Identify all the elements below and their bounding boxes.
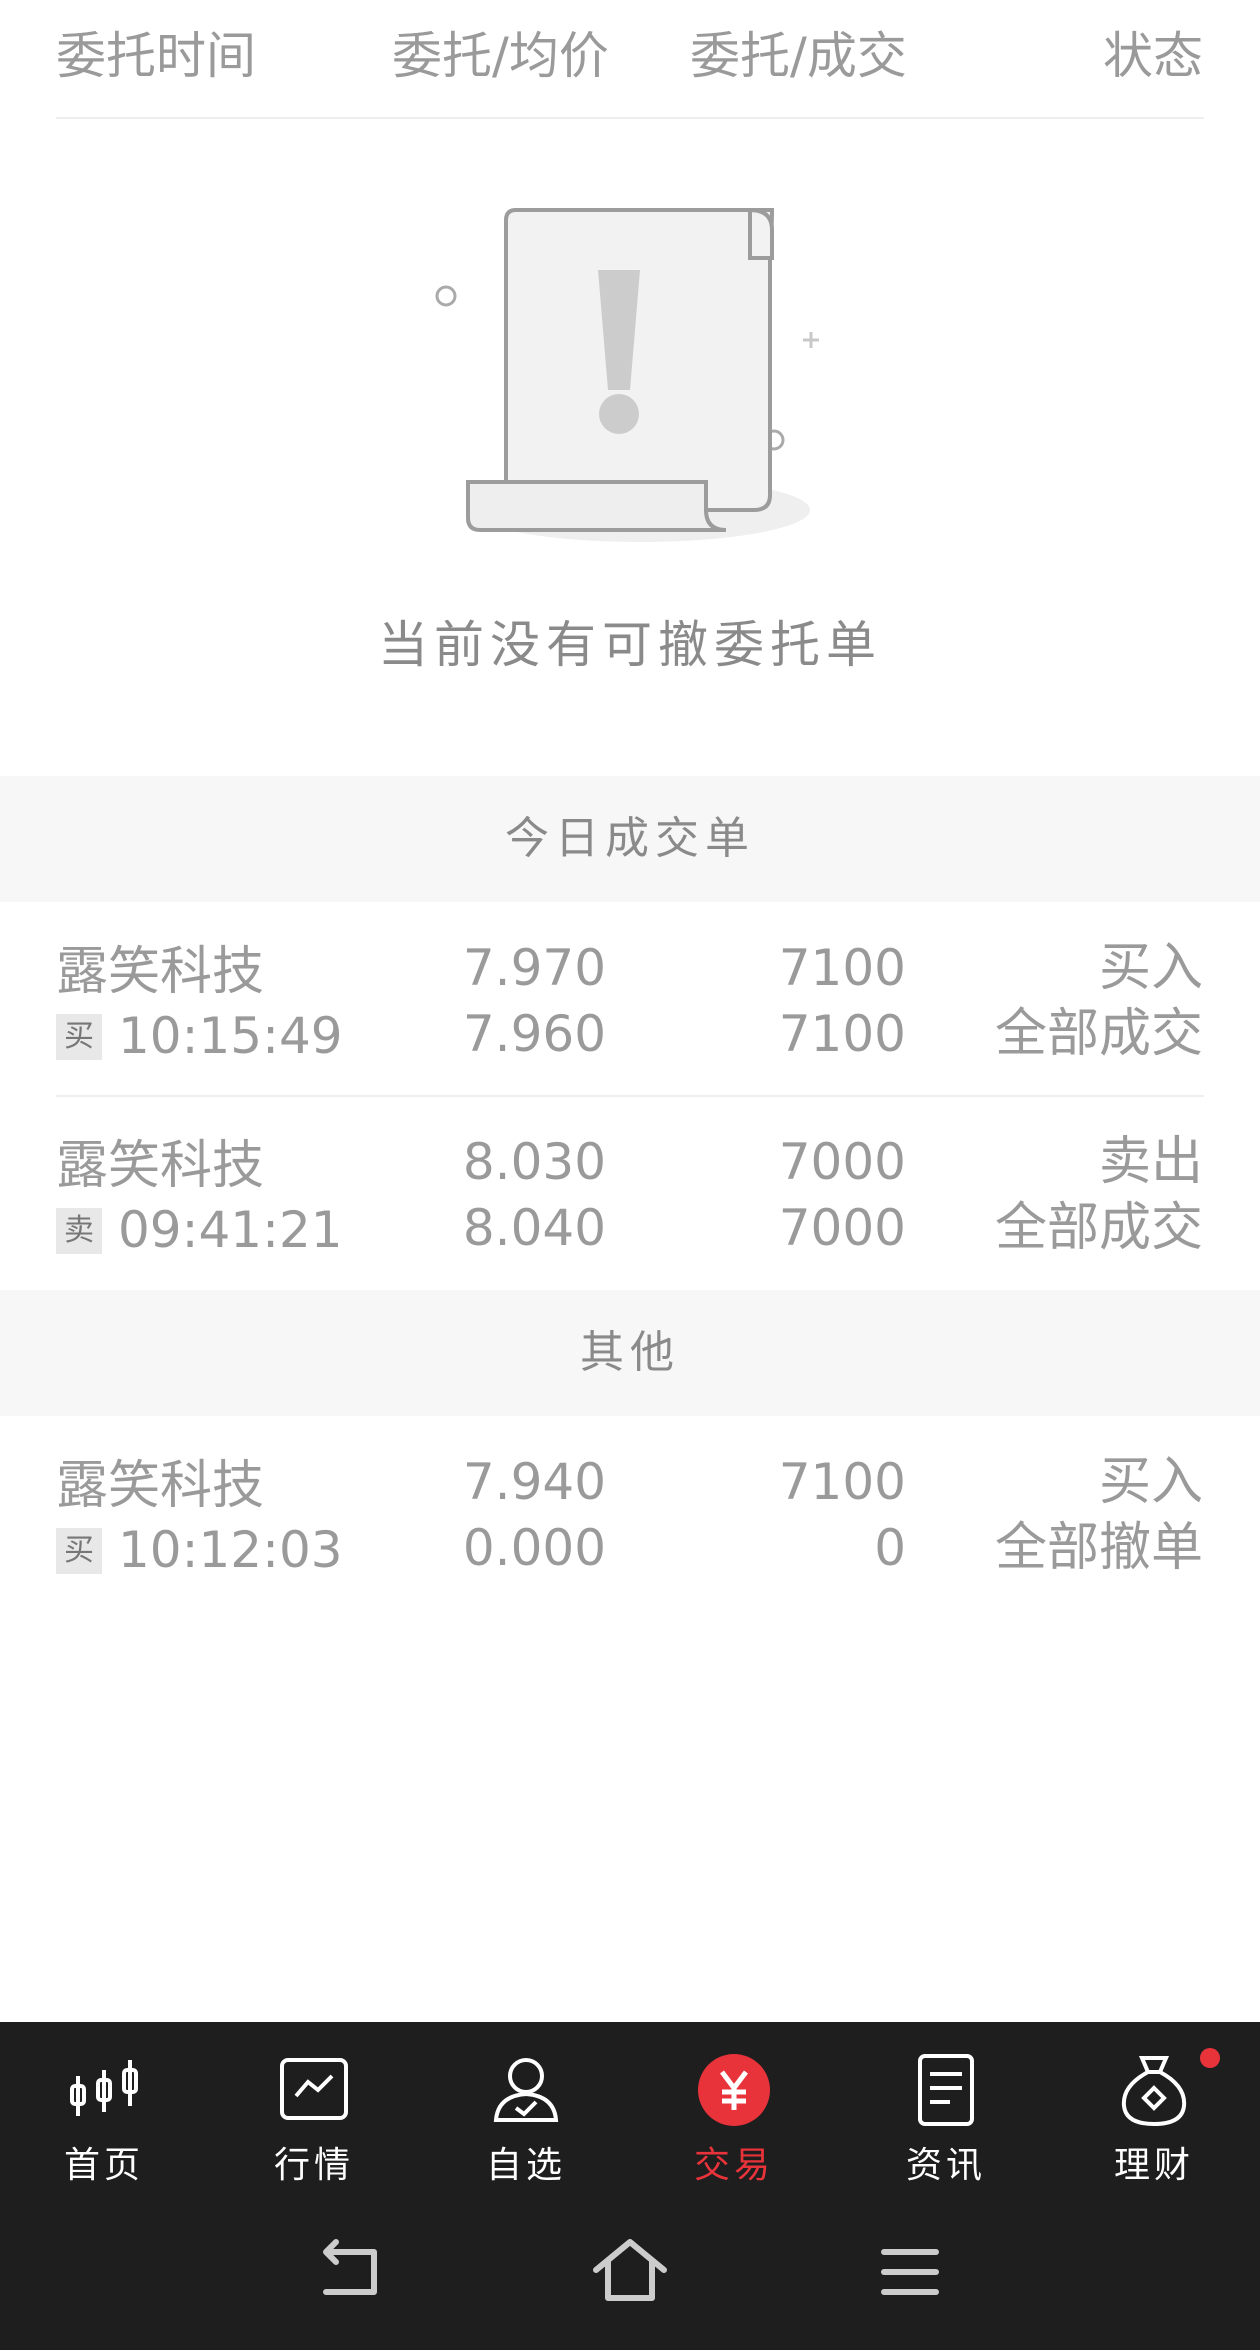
empty-state-message: 当前没有可撤委托单 xyxy=(378,616,882,674)
order-price: 8.030 xyxy=(462,1133,606,1191)
trade-direction: 卖出 xyxy=(1098,1132,1203,1192)
order-qty: 7100 xyxy=(778,1453,906,1511)
trade-direction: 买入 xyxy=(1098,1452,1203,1512)
order-time: 10:12:03 xyxy=(118,1521,343,1579)
side-badge: 买 xyxy=(56,1014,102,1060)
yuan-icon xyxy=(698,2054,770,2126)
header-order-time: 委托时间 xyxy=(56,27,256,85)
tab-label: 理财 xyxy=(1113,2145,1194,2186)
tab-home[interactable]: 首页 xyxy=(14,2050,194,2200)
document-icon xyxy=(918,2054,974,2126)
filled-qty: 0 xyxy=(874,1519,906,1577)
menu-icon[interactable] xyxy=(860,2222,960,2322)
stock-name: 露笑科技 xyxy=(56,1456,265,1516)
tab-label: 交易 xyxy=(693,2145,774,2186)
tab-label: 资讯 xyxy=(905,2145,986,2186)
back-icon[interactable] xyxy=(300,2222,400,2322)
tab-wealth[interactable]: 理财 xyxy=(1064,2050,1244,2200)
order-time: 09:41:21 xyxy=(118,1201,343,1259)
empty-document-icon xyxy=(435,207,819,542)
section-today-trades: 今日成交单 xyxy=(0,776,1260,902)
stock-name: 露笑科技 xyxy=(56,942,265,1002)
trade-row[interactable]: 露笑科技 买 10:15:49 7.970 7.960 7100 7100 买入… xyxy=(0,902,1260,1092)
tab-label: 行情 xyxy=(273,2145,354,2186)
order-qty: 7100 xyxy=(778,939,906,997)
tab-label: 首页 xyxy=(63,2145,144,2186)
person-check-icon xyxy=(493,2058,559,2122)
order-price: 7.940 xyxy=(462,1453,606,1511)
header-status: 状态 xyxy=(1103,27,1203,85)
header-order-avg-price: 委托/均价 xyxy=(392,27,609,85)
tab-market[interactable]: 行情 xyxy=(224,2050,404,2200)
candlestick-icon xyxy=(70,2060,138,2116)
tab-watchlist[interactable]: 自选 xyxy=(436,2050,616,2200)
order-price: 7.970 xyxy=(462,939,606,997)
trade-row[interactable]: 露笑科技 卖 09:41:21 8.030 8.040 7000 7000 卖出… xyxy=(0,1096,1260,1286)
order-qty: 7000 xyxy=(778,1133,906,1191)
trade-status: 全部成交 xyxy=(994,1198,1203,1258)
stock-name: 露笑科技 xyxy=(56,1136,265,1196)
side-badge: 卖 xyxy=(56,1208,102,1254)
trade-row[interactable]: 露笑科技 买 10:12:03 7.940 0.000 7100 0 买入 全部… xyxy=(0,1416,1260,1606)
avg-price: 8.040 xyxy=(462,1199,606,1257)
order-time: 10:15:49 xyxy=(118,1007,343,1065)
tab-label: 自选 xyxy=(485,2145,566,2186)
filled-qty: 7000 xyxy=(778,1199,906,1257)
header-order-filled: 委托/成交 xyxy=(690,27,907,85)
avg-price: 7.960 xyxy=(462,1005,606,1063)
notification-dot xyxy=(1200,2048,1220,2068)
chart-icon xyxy=(280,2058,348,2120)
column-header: 委托时间 委托/均价 委托/成交 状态 xyxy=(0,0,1260,118)
header-divider xyxy=(56,117,1204,119)
section-other: 其他 xyxy=(0,1290,1260,1416)
trade-direction: 买入 xyxy=(1098,938,1203,998)
trade-status: 全部撤单 xyxy=(994,1518,1203,1578)
avg-price: 0.000 xyxy=(462,1519,606,1577)
trade-status: 全部成交 xyxy=(994,1004,1203,1064)
home-icon[interactable] xyxy=(580,2222,680,2322)
filled-qty: 7100 xyxy=(778,1005,906,1063)
money-bag-icon xyxy=(1121,2056,1187,2127)
tab-news[interactable]: 资讯 xyxy=(856,2050,1036,2200)
tab-trade[interactable]: 交易 xyxy=(644,2050,824,2200)
side-badge: 买 xyxy=(56,1528,102,1574)
